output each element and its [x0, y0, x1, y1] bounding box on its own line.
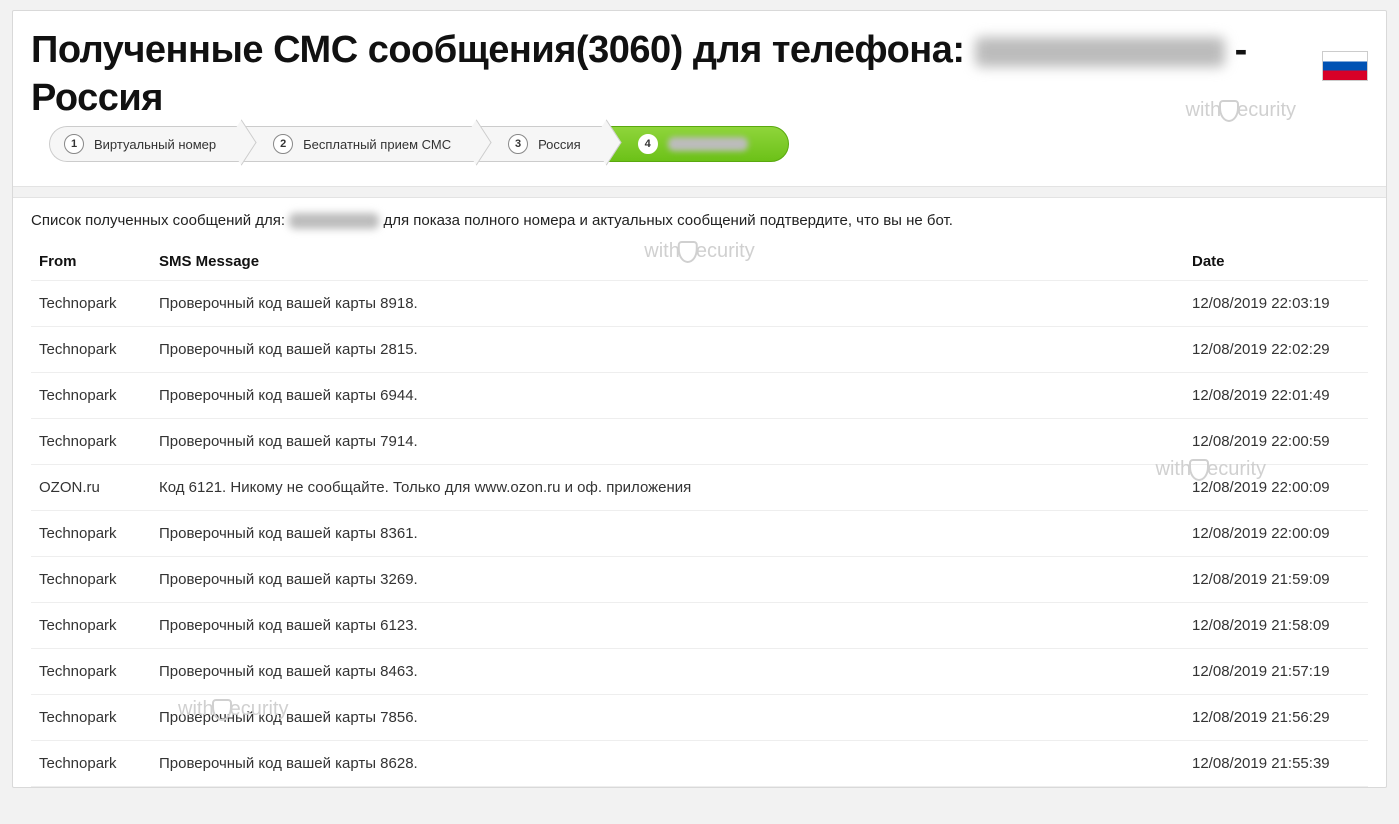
table-caption: Список полученных сообщений для: XXXXXXX… — [31, 212, 1368, 243]
cell-from: Technopark — [31, 281, 151, 327]
cell-message: Проверочный код вашей карты 8628. — [151, 741, 1188, 787]
table-header-row: From SMS Message Date — [31, 243, 1368, 281]
redacted-phone: XXXXXXXXXX — [975, 37, 1225, 67]
cell-from: Technopark — [31, 741, 151, 787]
cell-message: Проверочный код вашей карты 7914. — [151, 419, 1188, 465]
table-row[interactable]: TechnoparkПроверочный код вашей карты 83… — [31, 511, 1368, 557]
table-row[interactable]: TechnoparkПроверочный код вашей карты 28… — [31, 327, 1368, 373]
cell-date: 12/08/2019 21:56:29 — [1188, 695, 1368, 741]
cell-from: Technopark — [31, 327, 151, 373]
cell-date: 12/08/2019 21:57:19 — [1188, 649, 1368, 695]
cell-date: 12/08/2019 21:55:39 — [1188, 741, 1368, 787]
col-header-date[interactable]: Date — [1188, 243, 1368, 281]
header: Полученные СМС сообщения(3060) для телеф… — [13, 11, 1386, 186]
breadcrumb-label: Бесплатный прием СМС — [303, 137, 451, 152]
cell-date: 12/08/2019 22:00:59 — [1188, 419, 1368, 465]
messages-table: From SMS Message Date TechnoparkПровероч… — [31, 243, 1368, 787]
cell-date: 12/08/2019 22:00:09 — [1188, 511, 1368, 557]
cell-from: Technopark — [31, 695, 151, 741]
breadcrumb-number: 2 — [273, 134, 293, 154]
cell-message: Код 6121. Никому не сообщайте. Только дл… — [151, 465, 1188, 511]
cell-from: Technopark — [31, 419, 151, 465]
cell-from: Technopark — [31, 373, 151, 419]
col-header-from[interactable]: From — [31, 243, 151, 281]
cell-message: Проверочный код вашей карты 8918. — [151, 281, 1188, 327]
cell-date: 12/08/2019 21:59:09 — [1188, 557, 1368, 603]
message-count: 3060 — [588, 29, 671, 71]
cell-date: 12/08/2019 22:03:19 — [1188, 281, 1368, 327]
breadcrumb-item-1[interactable]: 1 Виртуальный номер — [49, 126, 242, 162]
table-row[interactable]: TechnoparkПроверочный код вашей карты 84… — [31, 649, 1368, 695]
cell-message: Проверочный код вашей карты 6944. — [151, 373, 1188, 419]
table-row[interactable]: TechnoparkПроверочный код вашей карты 61… — [31, 603, 1368, 649]
cell-message: Проверочный код вашей карты 8463. — [151, 649, 1188, 695]
table-row[interactable]: TechnoparkПроверочный код вашей карты 86… — [31, 741, 1368, 787]
cell-from: Technopark — [31, 557, 151, 603]
col-header-message[interactable]: SMS Message — [151, 243, 1188, 281]
cell-date: 12/08/2019 22:02:29 — [1188, 327, 1368, 373]
cell-date: 12/08/2019 22:01:49 — [1188, 373, 1368, 419]
cell-message: Проверочный код вашей карты 7856. — [151, 695, 1188, 741]
cell-from: OZON.ru — [31, 465, 151, 511]
cell-message: Проверочный код вашей карты 3269. — [151, 557, 1188, 603]
section-divider — [13, 186, 1386, 198]
redacted-breadcrumb: XXXXX — [668, 137, 748, 151]
breadcrumb-number: 4 — [638, 134, 658, 154]
cell-from: Technopark — [31, 603, 151, 649]
title-mid: ) для телефона: — [671, 29, 975, 71]
title-prefix: Полученные СМС сообщения( — [31, 29, 588, 71]
breadcrumb-item-3[interactable]: 3 Россия — [477, 126, 607, 162]
cell-date: 12/08/2019 22:00:09 — [1188, 465, 1368, 511]
cell-message: Проверочный код вашей карты 6123. — [151, 603, 1188, 649]
table-row[interactable]: TechnoparkПроверочный код вашей карты 69… — [31, 373, 1368, 419]
breadcrumb-number: 3 — [508, 134, 528, 154]
caption-prefix: Список полученных сообщений для: — [31, 212, 289, 229]
page-container: Полученные СМС сообщения(3060) для телеф… — [12, 10, 1387, 788]
caption-suffix: для показа полного номера и актуальных с… — [383, 212, 952, 229]
breadcrumb-number: 1 — [64, 134, 84, 154]
table-row[interactable]: OZON.ruКод 6121. Никому не сообщайте. То… — [31, 465, 1368, 511]
russia-flag-icon — [1322, 51, 1368, 81]
table-row[interactable]: TechnoparkПроверочный код вашей карты 78… — [31, 695, 1368, 741]
cell-date: 12/08/2019 21:58:09 — [1188, 603, 1368, 649]
cell-from: Technopark — [31, 511, 151, 557]
breadcrumb: 1 Виртуальный номер 2 Бесплатный прием СМС 3… — [31, 122, 1368, 178]
redacted-number: XXXXXXX — [289, 213, 379, 229]
table-row[interactable]: TechnoparkПроверочный код вашей карты 32… — [31, 557, 1368, 603]
table-row[interactable]: TechnoparkПроверочный код вашей карты 89… — [31, 281, 1368, 327]
breadcrumb-item-4[interactable]: 4 XXXXX — [607, 126, 789, 162]
breadcrumb-item-2[interactable]: 2 Бесплатный прием СМС — [242, 126, 477, 162]
breadcrumb-label: Россия — [538, 137, 581, 152]
cell-message: Проверочный код вашей карты 2815. — [151, 327, 1188, 373]
page-title: Полученные СМС сообщения(3060) для телеф… — [31, 27, 1368, 122]
cell-message: Проверочный код вашей карты 8361. — [151, 511, 1188, 557]
breadcrumb-label: Виртуальный номер — [94, 137, 216, 152]
cell-from: Technopark — [31, 649, 151, 695]
messages-section: Список полученных сообщений для: XXXXXXX… — [13, 198, 1386, 787]
table-row[interactable]: TechnoparkПроверочный код вашей карты 79… — [31, 419, 1368, 465]
